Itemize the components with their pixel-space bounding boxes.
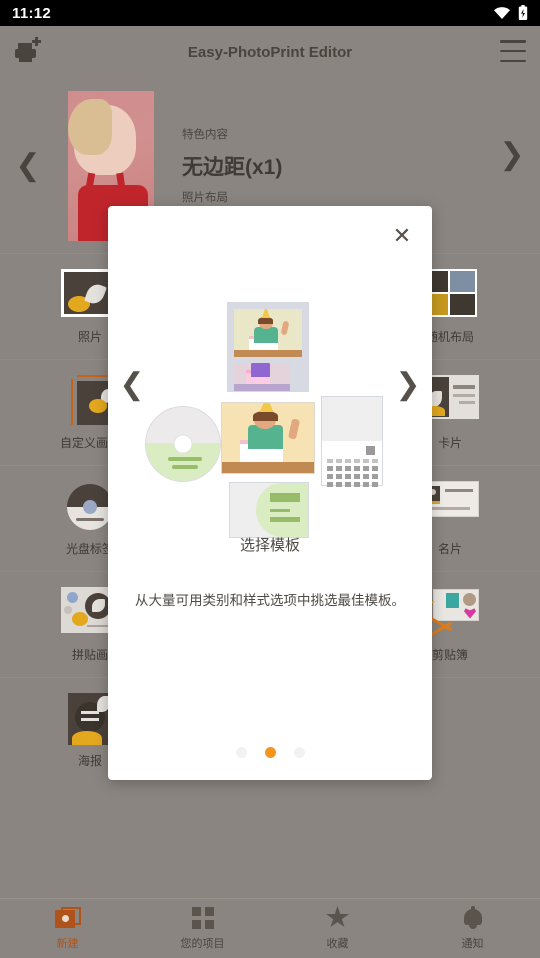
pagination-dot-2[interactable]: [264, 747, 276, 758]
pagination-dot-1[interactable]: [235, 747, 247, 758]
disc-label-template-card: [145, 406, 221, 482]
onboarding-modal: ✕ ❮ ❯ 选择模板 从大量可用类别和样式选项中挑选最佳模板。: [108, 206, 432, 780]
close-icon[interactable]: ✕: [388, 222, 416, 250]
modal-description: 从大量可用类别和样式选项中挑选最佳模板。: [135, 593, 405, 608]
carousel-pagination: [108, 747, 432, 758]
pagination-dot-3[interactable]: [293, 747, 305, 758]
calendar-template-card: [321, 396, 383, 487]
photo-template-card: [221, 402, 315, 474]
photobook-template-card: [227, 302, 309, 392]
carousel-prev-icon[interactable]: ❮: [114, 364, 150, 404]
carousel-next-icon[interactable]: ❯: [390, 364, 426, 404]
app-root: 11:12 Easy-PhotoPrint Editor ❮ 特色内容 无边距(…: [0, 0, 540, 958]
modal-title: 选择模板: [239, 537, 300, 554]
card-template-card: [229, 482, 309, 538]
template-carousel: ❮ ❯: [108, 254, 432, 538]
